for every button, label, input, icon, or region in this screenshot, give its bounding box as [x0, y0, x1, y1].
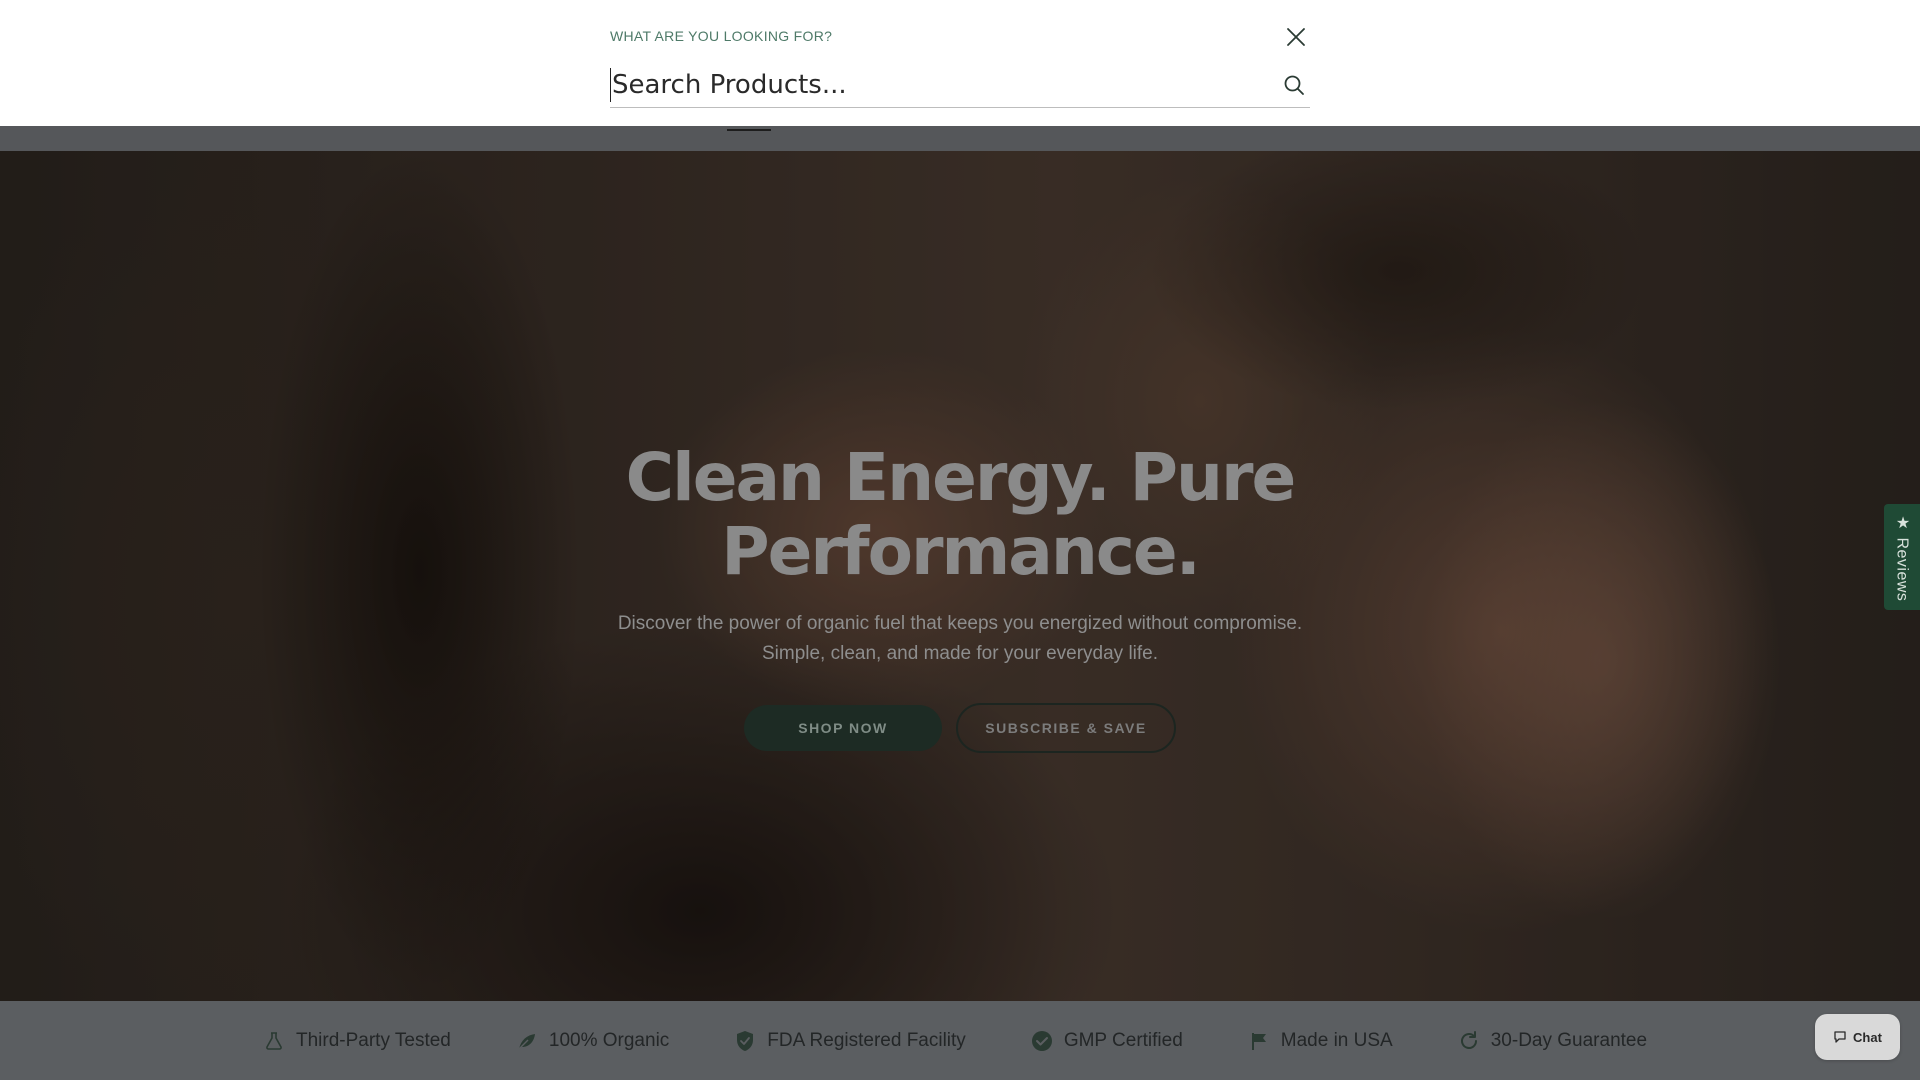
flag-icon: [1247, 1029, 1271, 1053]
close-icon: [1287, 28, 1305, 46]
trust-items: Third-Party Tested 100% Organic FDA Regi…: [262, 1001, 1647, 1080]
search-overlay: WHAT ARE YOU LOOKING FOR?: [0, 0, 1920, 126]
hero-title: Clean Energy. Pure Performance.: [625, 439, 1297, 590]
reviews-tab[interactable]: ★ Reviews: [1884, 504, 1920, 610]
trust-item-label: 30-Day Guarantee: [1490, 1029, 1648, 1051]
trust-item-third-party-tested: Third-Party Tested: [262, 1029, 451, 1053]
hero-section: Clean Energy. Pure Performance. Discover…: [0, 151, 1920, 1001]
leaf-icon: [515, 1029, 539, 1053]
subscribe-save-button[interactable]: SUBSCRIBE & SAVE: [956, 703, 1176, 753]
search-form: WHAT ARE YOU LOOKING FOR?: [610, 28, 1310, 108]
search-icon: [1284, 75, 1304, 95]
trust-item-label: GMP Certified: [1063, 1029, 1183, 1051]
chat-bubble-icon: [1834, 1031, 1846, 1043]
refresh-icon: [1457, 1029, 1481, 1053]
trust-item-label: Third-Party Tested: [296, 1029, 451, 1051]
shop-now-button[interactable]: SHOP NOW: [744, 705, 942, 751]
search-submit-button[interactable]: [1280, 71, 1308, 99]
trust-item-label: FDA Registered Facility: [767, 1029, 966, 1051]
trust-item-organic: 100% Organic: [515, 1029, 669, 1053]
trust-item-label: 100% Organic: [548, 1029, 670, 1051]
nav-strip: [0, 126, 1920, 151]
flask-icon: [262, 1029, 286, 1053]
trust-item-label: Made in USA: [1280, 1029, 1393, 1051]
search-row: [610, 62, 1310, 108]
reviews-tab-label: ★ Reviews: [1893, 512, 1911, 602]
chat-button[interactable]: Chat: [1815, 1014, 1900, 1060]
chat-label: Chat: [1853, 1029, 1882, 1045]
search-label: WHAT ARE YOU LOOKING FOR?: [610, 28, 833, 44]
trust-bar: Third-Party Tested 100% Organic FDA Regi…: [0, 1001, 1920, 1080]
check-circle-icon: [1030, 1029, 1054, 1053]
search-input[interactable]: [610, 67, 1250, 102]
shield-check-icon: [733, 1029, 757, 1053]
trust-item-fda: FDA Registered Facility: [733, 1029, 966, 1053]
nav-active-indicator: [727, 129, 771, 131]
hero-subtitle: Discover the power of organic fuel that …: [617, 613, 1303, 664]
trust-item-gmp: GMP Certified: [1030, 1029, 1183, 1053]
close-search-button[interactable]: [1285, 26, 1307, 52]
hero-content: Clean Energy. Pure Performance. Discover…: [0, 151, 1920, 1001]
trust-item-made-in-usa: Made in USA: [1247, 1029, 1393, 1053]
trust-item-guarantee: 30-Day Guarantee: [1457, 1029, 1647, 1053]
